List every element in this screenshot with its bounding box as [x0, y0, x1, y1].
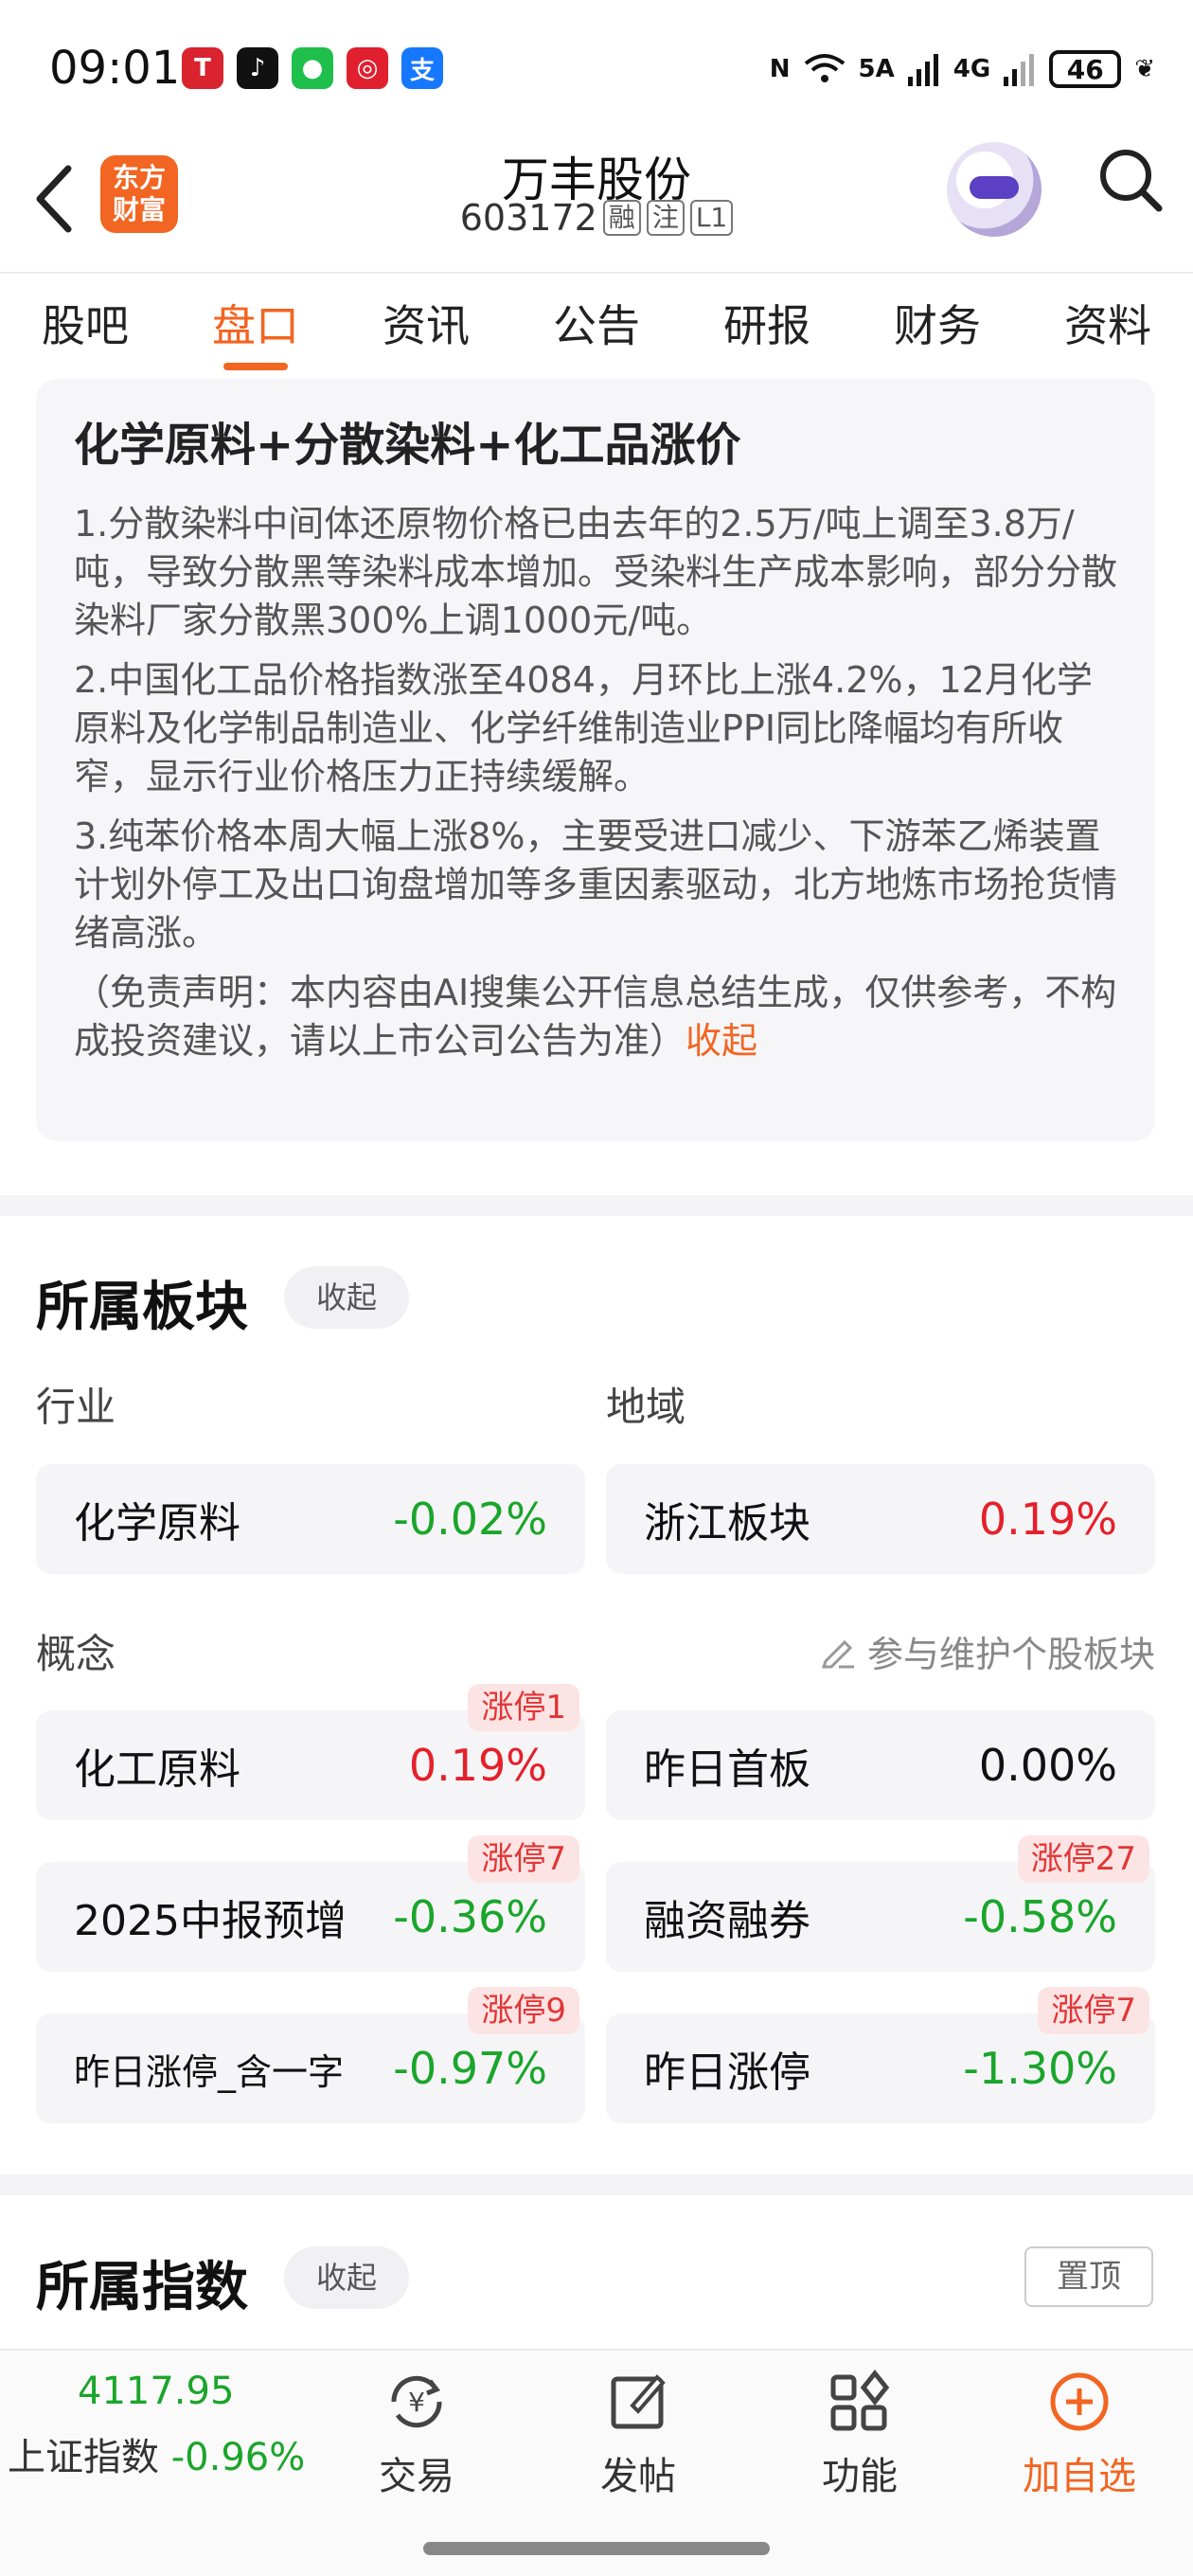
tab-profile[interactable]: 资料: [1023, 274, 1193, 384]
tab-announcements[interactable]: 公告: [511, 274, 682, 384]
limit-up-badge: 涨停1: [468, 1684, 579, 1731]
summary-disclaimer: （免责声明：本内容由AI搜集公开信息总结生成，仅供参考，不构成投资建议，请以上市…: [74, 972, 1117, 1062]
region-label: 地域: [606, 1384, 686, 1430]
network-5a-label: 5A: [858, 55, 895, 83]
summary-collapse-link[interactable]: 收起: [686, 1020, 757, 1062]
yuan-exchange-icon: ¥: [391, 2375, 442, 2428]
nfc-icon: N: [769, 55, 791, 83]
add-watchlist-button[interactable]: 加自选: [1004, 2368, 1155, 2500]
index-name: 上证指数: [8, 2436, 159, 2479]
sector-change: -1.30%: [963, 2043, 1117, 2094]
status-icons: N 5A 4G 46 ❦: [770, 47, 1155, 91]
stock-header: 东方 财富 万丰股份 603172 融 注 L1: [0, 142, 1193, 270]
tiktok-app-icon: ♪: [237, 47, 278, 89]
sector-change: -0.58%: [963, 1891, 1117, 1942]
sectors-collapse-button[interactable]: 收起: [284, 1266, 410, 1329]
post-button[interactable]: 发帖: [562, 2368, 714, 2500]
tesla-app-icon: T: [182, 47, 223, 89]
wechat-app-icon: ●: [292, 47, 333, 89]
trade-button[interactable]: ¥ 交易: [341, 2368, 492, 2500]
search-icon: [1100, 150, 1163, 212]
grid-icon: [830, 2369, 890, 2431]
section-divider: [0, 2174, 1193, 2195]
sector-name: 浙江板块: [644, 1499, 810, 1547]
signal-icon-2: [1004, 54, 1035, 86]
sectors-title: 所属板块: [36, 1277, 248, 1338]
edit-icon: [821, 1639, 854, 1668]
sector-name: 昨日涨停: [644, 2048, 810, 2097]
tab-research[interactable]: 研报: [682, 274, 852, 384]
clock: 09:01: [49, 42, 181, 95]
concept-card[interactable]: 昨日涨停 -1.30% 涨停7: [606, 1987, 1155, 2123]
index-ticker[interactable]: 上证指数 -0.96%: [8, 2426, 305, 2481]
signal-icon: [907, 54, 938, 86]
sector-change: 0.19%: [978, 1494, 1117, 1545]
network-4g-label: 4G: [953, 55, 991, 83]
index-value[interactable]: 4117.95: [78, 2370, 234, 2413]
summary-point-2: 2.中国化工品价格指数涨至4084，月环比上涨4.2%，12月化学原料及化学制品…: [74, 659, 1093, 797]
netease-app-icon: ◎: [347, 47, 388, 89]
sector-change: -0.36%: [393, 1891, 547, 1942]
summary-point-1: 1.分散染料中间体还原物价格已由去年的2.5万/吨上调至3.8万/吨，导致分散黑…: [74, 503, 1118, 641]
concept-card[interactable]: 2025中报预增 -0.36% 涨停7: [36, 1835, 585, 1972]
level-tag: L1: [689, 200, 734, 236]
limit-up-badge: 涨停27: [1017, 1835, 1149, 1883]
sector-change: 0.19%: [408, 1740, 547, 1791]
sector-change: -0.02%: [393, 1494, 547, 1545]
sector-change: -0.97%: [393, 2043, 547, 2094]
edit-post-icon: [611, 2374, 666, 2429]
sector-name: 化学原料: [74, 1499, 240, 1547]
pin-top-button[interactable]: 置顶: [1024, 2246, 1153, 2307]
tab-guba[interactable]: 股吧: [0, 274, 170, 384]
stock-code: 603172: [459, 197, 597, 239]
sector-name: 昨日涨停_含一字: [74, 2050, 345, 2093]
home-indicator[interactable]: [423, 2542, 770, 2555]
alipay-app-icon: 支: [401, 47, 443, 89]
tab-bar: 股吧 盘口 资讯 公告 研报 财务 资料: [0, 272, 1193, 384]
concept-card[interactable]: 昨日首板 0.00%: [606, 1710, 1155, 1820]
maintain-sectors-link[interactable]: 参与维护个股板块: [820, 1625, 1155, 1677]
concept-card[interactable]: 化工原料 0.19% 涨停1: [36, 1684, 585, 1820]
margin-tag: 融: [602, 200, 641, 236]
svg-text:¥: ¥: [408, 2387, 425, 2418]
region-sector-card[interactable]: 浙江板块 0.19%: [606, 1464, 1155, 1574]
sector-name: 融资融券: [644, 1897, 810, 1945]
ai-assistant-avatar[interactable]: [947, 142, 1042, 237]
industry-label: 行业: [36, 1384, 116, 1430]
registration-tag: 注: [646, 200, 685, 236]
sector-change: 0.00%: [978, 1740, 1117, 1791]
section-divider: [0, 1195, 1193, 1216]
concept-card[interactable]: 融资融券 -0.58% 涨停27: [606, 1835, 1155, 1972]
concept-card[interactable]: 昨日涨停_含一字 -0.97% 涨停9: [36, 1987, 585, 2123]
status-bar: 09:01 T ♪ ● ◎ 支 N 5A 4G 46 ❦: [0, 0, 1193, 142]
sector-name: 昨日首板: [644, 1745, 810, 1794]
summary-point-3: 3.纯苯价格本周大幅上涨8%，主要受进口减少、下游苯乙烯装置计划外停工及出口询盘…: [74, 815, 1118, 954]
concept-label: 概念: [36, 1631, 116, 1677]
index-change: -0.96%: [170, 2436, 306, 2479]
leaf-icon: ❦: [1134, 55, 1155, 83]
industry-sector-card[interactable]: 化学原料 -0.02%: [36, 1464, 585, 1574]
limit-up-badge: 涨停7: [1038, 1987, 1149, 2034]
sector-name: 2025中报预增: [74, 1897, 347, 1945]
tab-pankou[interactable]: 盘口: [170, 274, 341, 384]
indices-title: 所属指数: [36, 2257, 248, 2318]
indices-collapse-button[interactable]: 收起: [284, 2246, 410, 2309]
functions-button[interactable]: 功能: [784, 2368, 935, 2500]
tab-finance[interactable]: 财务: [852, 274, 1023, 384]
tab-news[interactable]: 资讯: [341, 274, 511, 384]
summary-title: 化学原料+分散染料+化工品涨价: [74, 419, 741, 472]
limit-up-badge: 涨停7: [468, 1835, 579, 1883]
sector-name: 化工原料: [74, 1745, 240, 1794]
ai-summary-card: 化学原料+分散染料+化工品涨价 1.分散染料中间体还原物价格已由去年的2.5万/…: [36, 379, 1155, 1141]
search-button[interactable]: [1096, 146, 1165, 218]
battery-icon: 46: [1049, 50, 1122, 88]
limit-up-badge: 涨停9: [468, 1987, 579, 2034]
wifi-icon: [804, 54, 845, 82]
plus-circle-icon: [1050, 2372, 1109, 2431]
